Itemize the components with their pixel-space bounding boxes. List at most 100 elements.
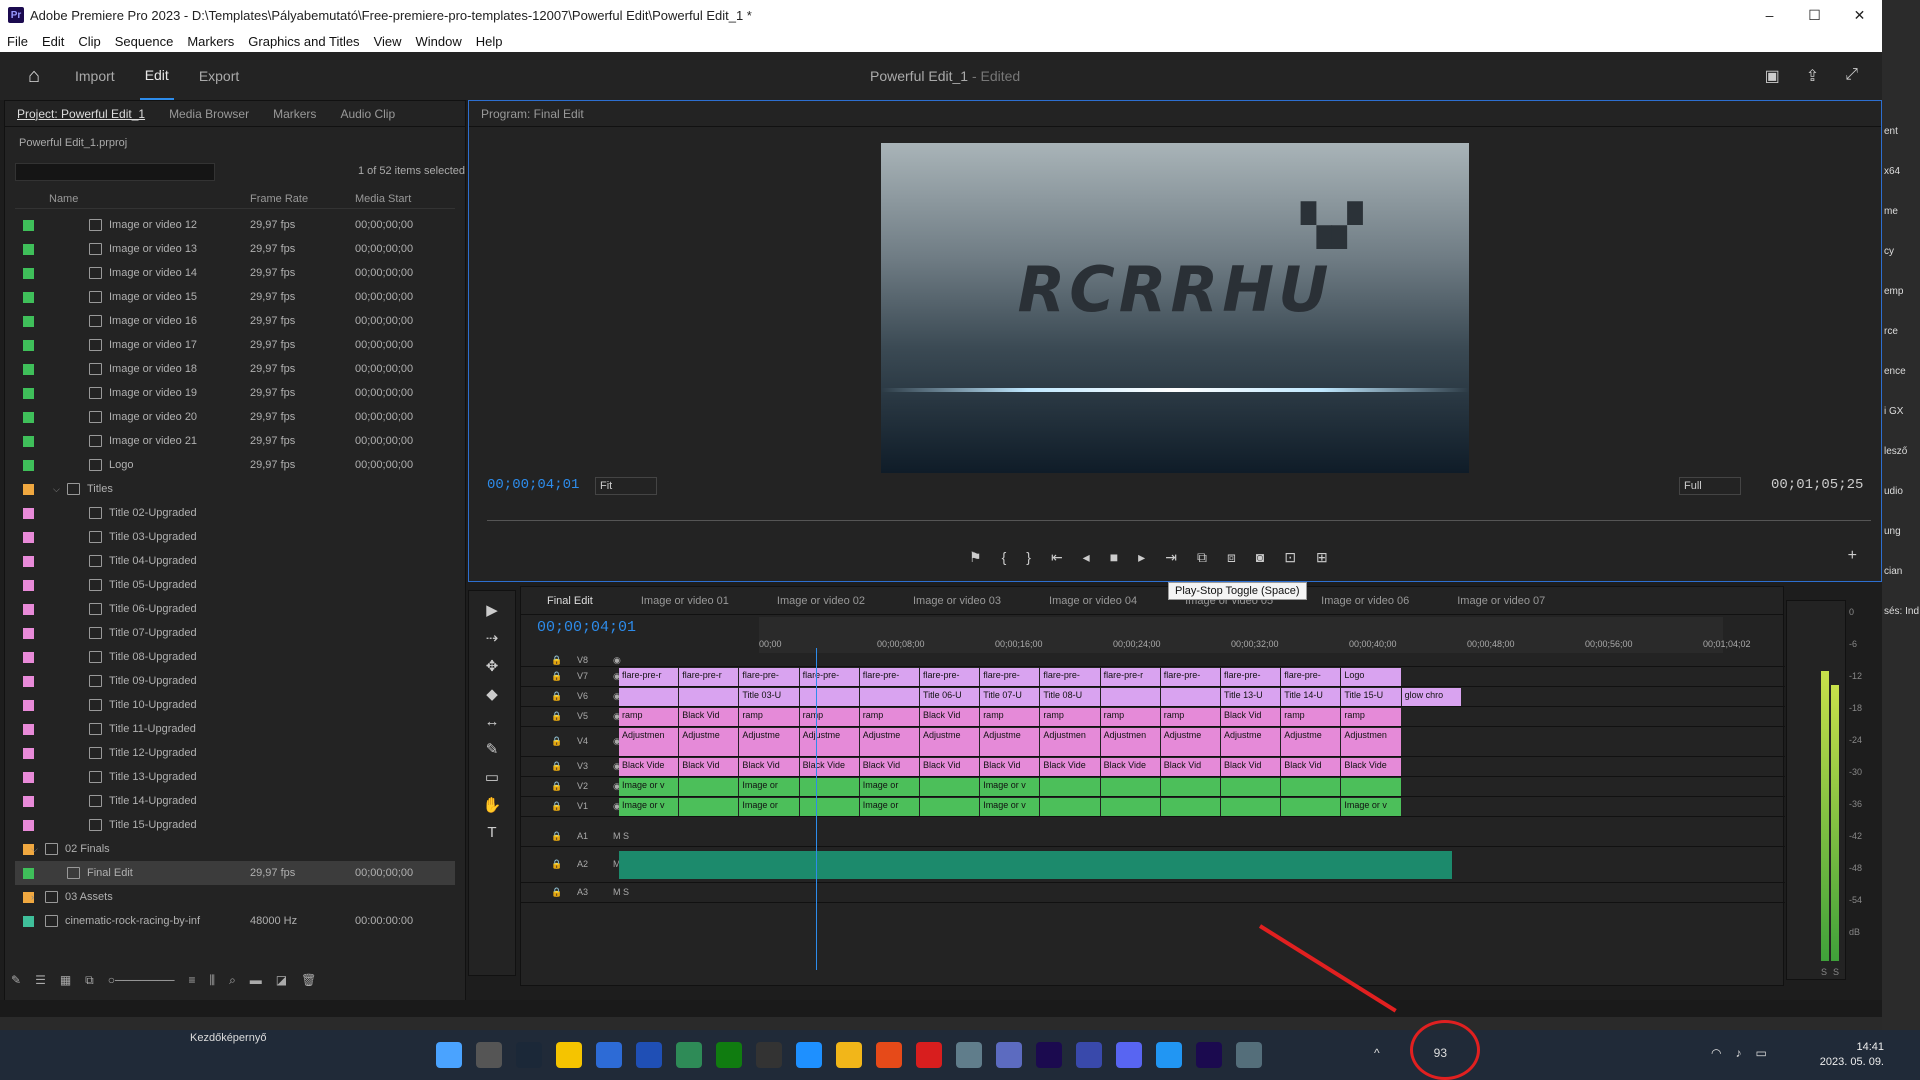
taskbar-app-icon[interactable] <box>636 1042 662 1068</box>
timeline-clip[interactable]: flare-pre- <box>1281 668 1342 686</box>
timeline-clip[interactable]: Adjustmen <box>619 728 680 756</box>
lock-icon[interactable]: 🔒 <box>551 691 562 702</box>
taskbar-app-icon[interactable] <box>756 1042 782 1068</box>
twirl-icon[interactable]: ⌵ <box>53 484 60 495</box>
clock[interactable]: 14:41 2023. 05. 09. <box>1820 1040 1884 1070</box>
timeline-clip[interactable] <box>1100 798 1161 816</box>
wifi-icon[interactable]: ◠ <box>1711 1046 1721 1060</box>
tool-6-icon[interactable]: ▭ <box>469 768 515 786</box>
timeline-clip[interactable]: Black Vid <box>980 758 1041 776</box>
tab-media-browser[interactable]: Media Browser <box>157 107 261 121</box>
tab-sequence[interactable]: Image or video 06 <box>1321 595 1409 607</box>
taskbar-app-icon[interactable] <box>1036 1042 1062 1068</box>
menu-graphics-and-titles[interactable]: Graphics and Titles <box>241 34 366 49</box>
lock-icon[interactable]: 🔒 <box>551 671 562 682</box>
taskbar-app-icon[interactable] <box>1116 1042 1142 1068</box>
export-frame-icon[interactable]: ⊡ <box>1284 549 1296 566</box>
timeline-clip[interactable]: flare-pre- <box>1160 668 1221 686</box>
lock-icon[interactable]: 🔒 <box>551 736 562 747</box>
taskbar-app-icon[interactable] <box>996 1042 1022 1068</box>
taskbar-app-icon[interactable] <box>596 1042 622 1068</box>
list-item[interactable]: Image or video 15 29,97 fps 00;00;00;00 <box>15 285 455 309</box>
taskbar-app-icon[interactable] <box>436 1042 462 1068</box>
twirl-icon[interactable]: › <box>31 892 34 902</box>
list-item[interactable]: Image or video 21 29,97 fps 00;00;00;00 <box>15 429 455 453</box>
list-item[interactable]: Title 15-Upgraded <box>15 813 455 837</box>
timeline-clip[interactable] <box>859 688 920 706</box>
maximize-button[interactable]: ☐ <box>1792 0 1837 30</box>
taskbar-app-icon[interactable] <box>476 1042 502 1068</box>
timeline-clip[interactable] <box>1281 778 1342 796</box>
taskbar-app-icon[interactable] <box>516 1042 542 1068</box>
taskbar-app-icon[interactable] <box>716 1042 742 1068</box>
go-in-icon[interactable]: ⇤ <box>1051 549 1063 566</box>
tab-sequence[interactable]: Image or video 01 <box>641 595 729 607</box>
timeline-clip[interactable]: Adjustme <box>859 728 920 756</box>
toggle-output-icon[interactable]: M S <box>613 831 629 841</box>
timeline-clip[interactable]: Adjustmen <box>1040 728 1101 756</box>
icon-view-icon[interactable]: ▦ <box>60 973 71 987</box>
list-item[interactable]: Logo 29,97 fps 00;00;00;00 <box>15 453 455 477</box>
timeline-clip[interactable]: Image or v <box>619 778 680 796</box>
menu-edit[interactable]: Edit <box>35 34 71 49</box>
new-item-icon[interactable]: ◪ <box>276 973 287 987</box>
timeline-clip[interactable]: ramp <box>739 708 800 726</box>
timeline-clip[interactable] <box>799 778 860 796</box>
minimize-button[interactable]: – <box>1747 0 1792 30</box>
timeline-clip[interactable]: Black Vide <box>619 758 680 776</box>
timeline-clip[interactable] <box>920 798 981 816</box>
timeline-clip[interactable]: Black Vide <box>1040 758 1101 776</box>
playhead-timecode[interactable]: 00;00;04;01 <box>487 477 579 493</box>
lock-icon[interactable]: 🔒 <box>551 761 562 772</box>
timeline-clip[interactable]: Black Vid <box>1221 758 1282 776</box>
timeline-clip[interactable] <box>1160 778 1221 796</box>
timeline-clip[interactable]: Black Vid <box>1281 758 1342 776</box>
timeline-clip[interactable] <box>1341 778 1402 796</box>
list-item[interactable]: Final Edit 29,97 fps 00;00;00;00 <box>15 861 455 885</box>
lock-icon[interactable]: 🔒 <box>551 859 562 870</box>
timeline-clip[interactable] <box>1040 798 1101 816</box>
menu-view[interactable]: View <box>367 34 409 49</box>
timeline-clip[interactable]: flare-pre- <box>1040 668 1101 686</box>
timeline-timecode[interactable]: 00;00;04;01 <box>537 619 636 636</box>
timeline-clip[interactable]: Image or <box>859 798 920 816</box>
monitor-scrub-bar[interactable] <box>487 513 1871 521</box>
timeline-clip[interactable]: ramp <box>980 708 1041 726</box>
freeform-view-icon[interactable]: ⧉ <box>85 973 94 988</box>
timeline-clip[interactable] <box>1160 798 1221 816</box>
tab-project[interactable]: Project: Powerful Edit_1 <box>5 107 157 121</box>
timeline-clip[interactable]: Black Vid <box>679 758 740 776</box>
timeline-clip[interactable]: flare-pre-r <box>679 668 740 686</box>
timeline-clip[interactable]: Adjustme <box>1221 728 1282 756</box>
lock-icon[interactable]: 🔒 <box>551 711 562 722</box>
zoom-slider[interactable]: ○─────── <box>108 973 175 987</box>
timeline-clip[interactable]: ramp <box>1341 708 1402 726</box>
toggle-output-icon[interactable]: M S <box>613 887 629 897</box>
marker-icon[interactable]: ⚑ <box>969 549 982 566</box>
home-screen-label[interactable]: Kezdőképernyő <box>190 1030 266 1046</box>
timeline-clip[interactable] <box>1281 798 1342 816</box>
list-item[interactable]: Title 09-Upgraded <box>15 669 455 693</box>
timeline-clip[interactable]: Black Vid <box>1221 708 1282 726</box>
menu-markers[interactable]: Markers <box>180 34 241 49</box>
tab-sequence[interactable]: Image or video 04 <box>1049 595 1137 607</box>
timeline-clip[interactable]: Image or v <box>980 778 1041 796</box>
list-item[interactable]: Image or video 17 29,97 fps 00;00;00;00 <box>15 333 455 357</box>
tool-7-icon[interactable]: ✋ <box>469 796 515 814</box>
step-back-icon[interactable]: ◂ <box>1083 549 1090 566</box>
taskbar-app-icon[interactable] <box>916 1042 942 1068</box>
timeline-clip[interactable]: Adjustme <box>739 728 800 756</box>
timeline-clip[interactable]: flare-pre-r <box>619 668 680 686</box>
resolution-select[interactable]: Full <box>1679 477 1741 495</box>
timeline-clip[interactable]: Adjustme <box>679 728 740 756</box>
timeline-clip[interactable]: Image or <box>739 778 800 796</box>
taskbar-app-icon[interactable] <box>1236 1042 1262 1068</box>
timeline-clip[interactable] <box>799 798 860 816</box>
tab-edit[interactable]: Edit <box>139 52 174 100</box>
timeline-clip[interactable]: flare-pre- <box>799 668 860 686</box>
taskbar-app-icon[interactable] <box>956 1042 982 1068</box>
timeline-clip[interactable]: Adjustme <box>1160 728 1221 756</box>
timeline-clip[interactable]: Title 07-U <box>980 688 1041 706</box>
timeline-clip[interactable] <box>1040 778 1101 796</box>
timeline-clip[interactable] <box>799 688 860 706</box>
